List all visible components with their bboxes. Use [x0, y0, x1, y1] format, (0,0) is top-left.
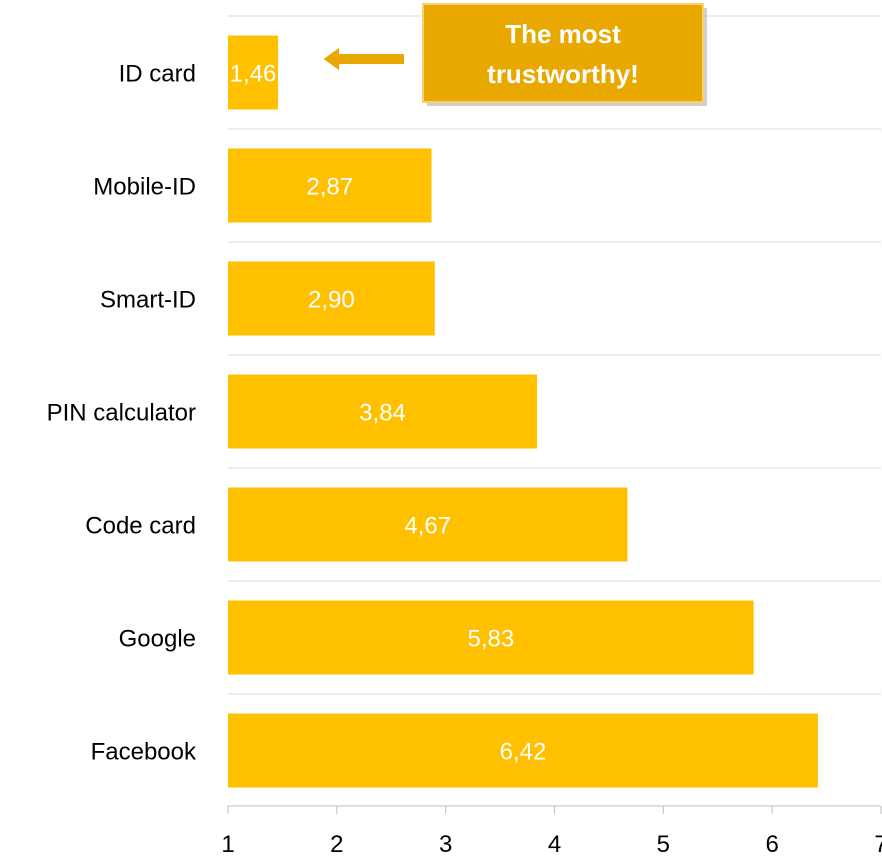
- category-label: Smart-ID: [100, 287, 196, 314]
- category-label: Google: [119, 626, 196, 653]
- data-label: 5,83: [467, 626, 514, 653]
- category-label: ID card: [119, 61, 196, 88]
- data-label: 4,67: [404, 513, 451, 540]
- bar-chart: 1,46 ID card 2,87 Mobile-ID 2,90 Smart-ID 3,84…: [47, 3, 882, 858]
- x-axis: 1 2 3 4 5 6 7: [221, 805, 882, 858]
- data-label: 2,87: [306, 174, 353, 201]
- x-tick-label: 4: [548, 831, 561, 858]
- x-tick-label: 1: [221, 831, 234, 858]
- x-tick-label: 7: [874, 831, 882, 858]
- left-arrow-icon: [321, 45, 406, 73]
- bars: 1,46 ID card 2,87 Mobile-ID 2,90 Smart-ID 3,84…: [47, 35, 818, 788]
- callout-annotation: The most trustworthy!: [321, 3, 707, 106]
- data-label: 3,84: [359, 400, 406, 427]
- x-tick-label: 2: [330, 831, 343, 858]
- x-tick-label: 3: [439, 831, 452, 858]
- data-label: 6,42: [500, 739, 547, 766]
- callout-line-2: trustworthy!: [487, 59, 639, 89]
- category-label: Mobile-ID: [93, 174, 196, 201]
- category-label: Facebook: [91, 739, 197, 766]
- x-tick-label: 6: [765, 831, 778, 858]
- category-label: Code card: [85, 513, 196, 540]
- callout-line-1: The most: [505, 19, 621, 49]
- gridlines: [228, 15, 881, 695]
- data-label: 1,46: [230, 61, 277, 88]
- category-label: PIN calculator: [47, 400, 196, 427]
- data-label: 2,90: [308, 287, 355, 314]
- x-tick-label: 5: [657, 831, 670, 858]
